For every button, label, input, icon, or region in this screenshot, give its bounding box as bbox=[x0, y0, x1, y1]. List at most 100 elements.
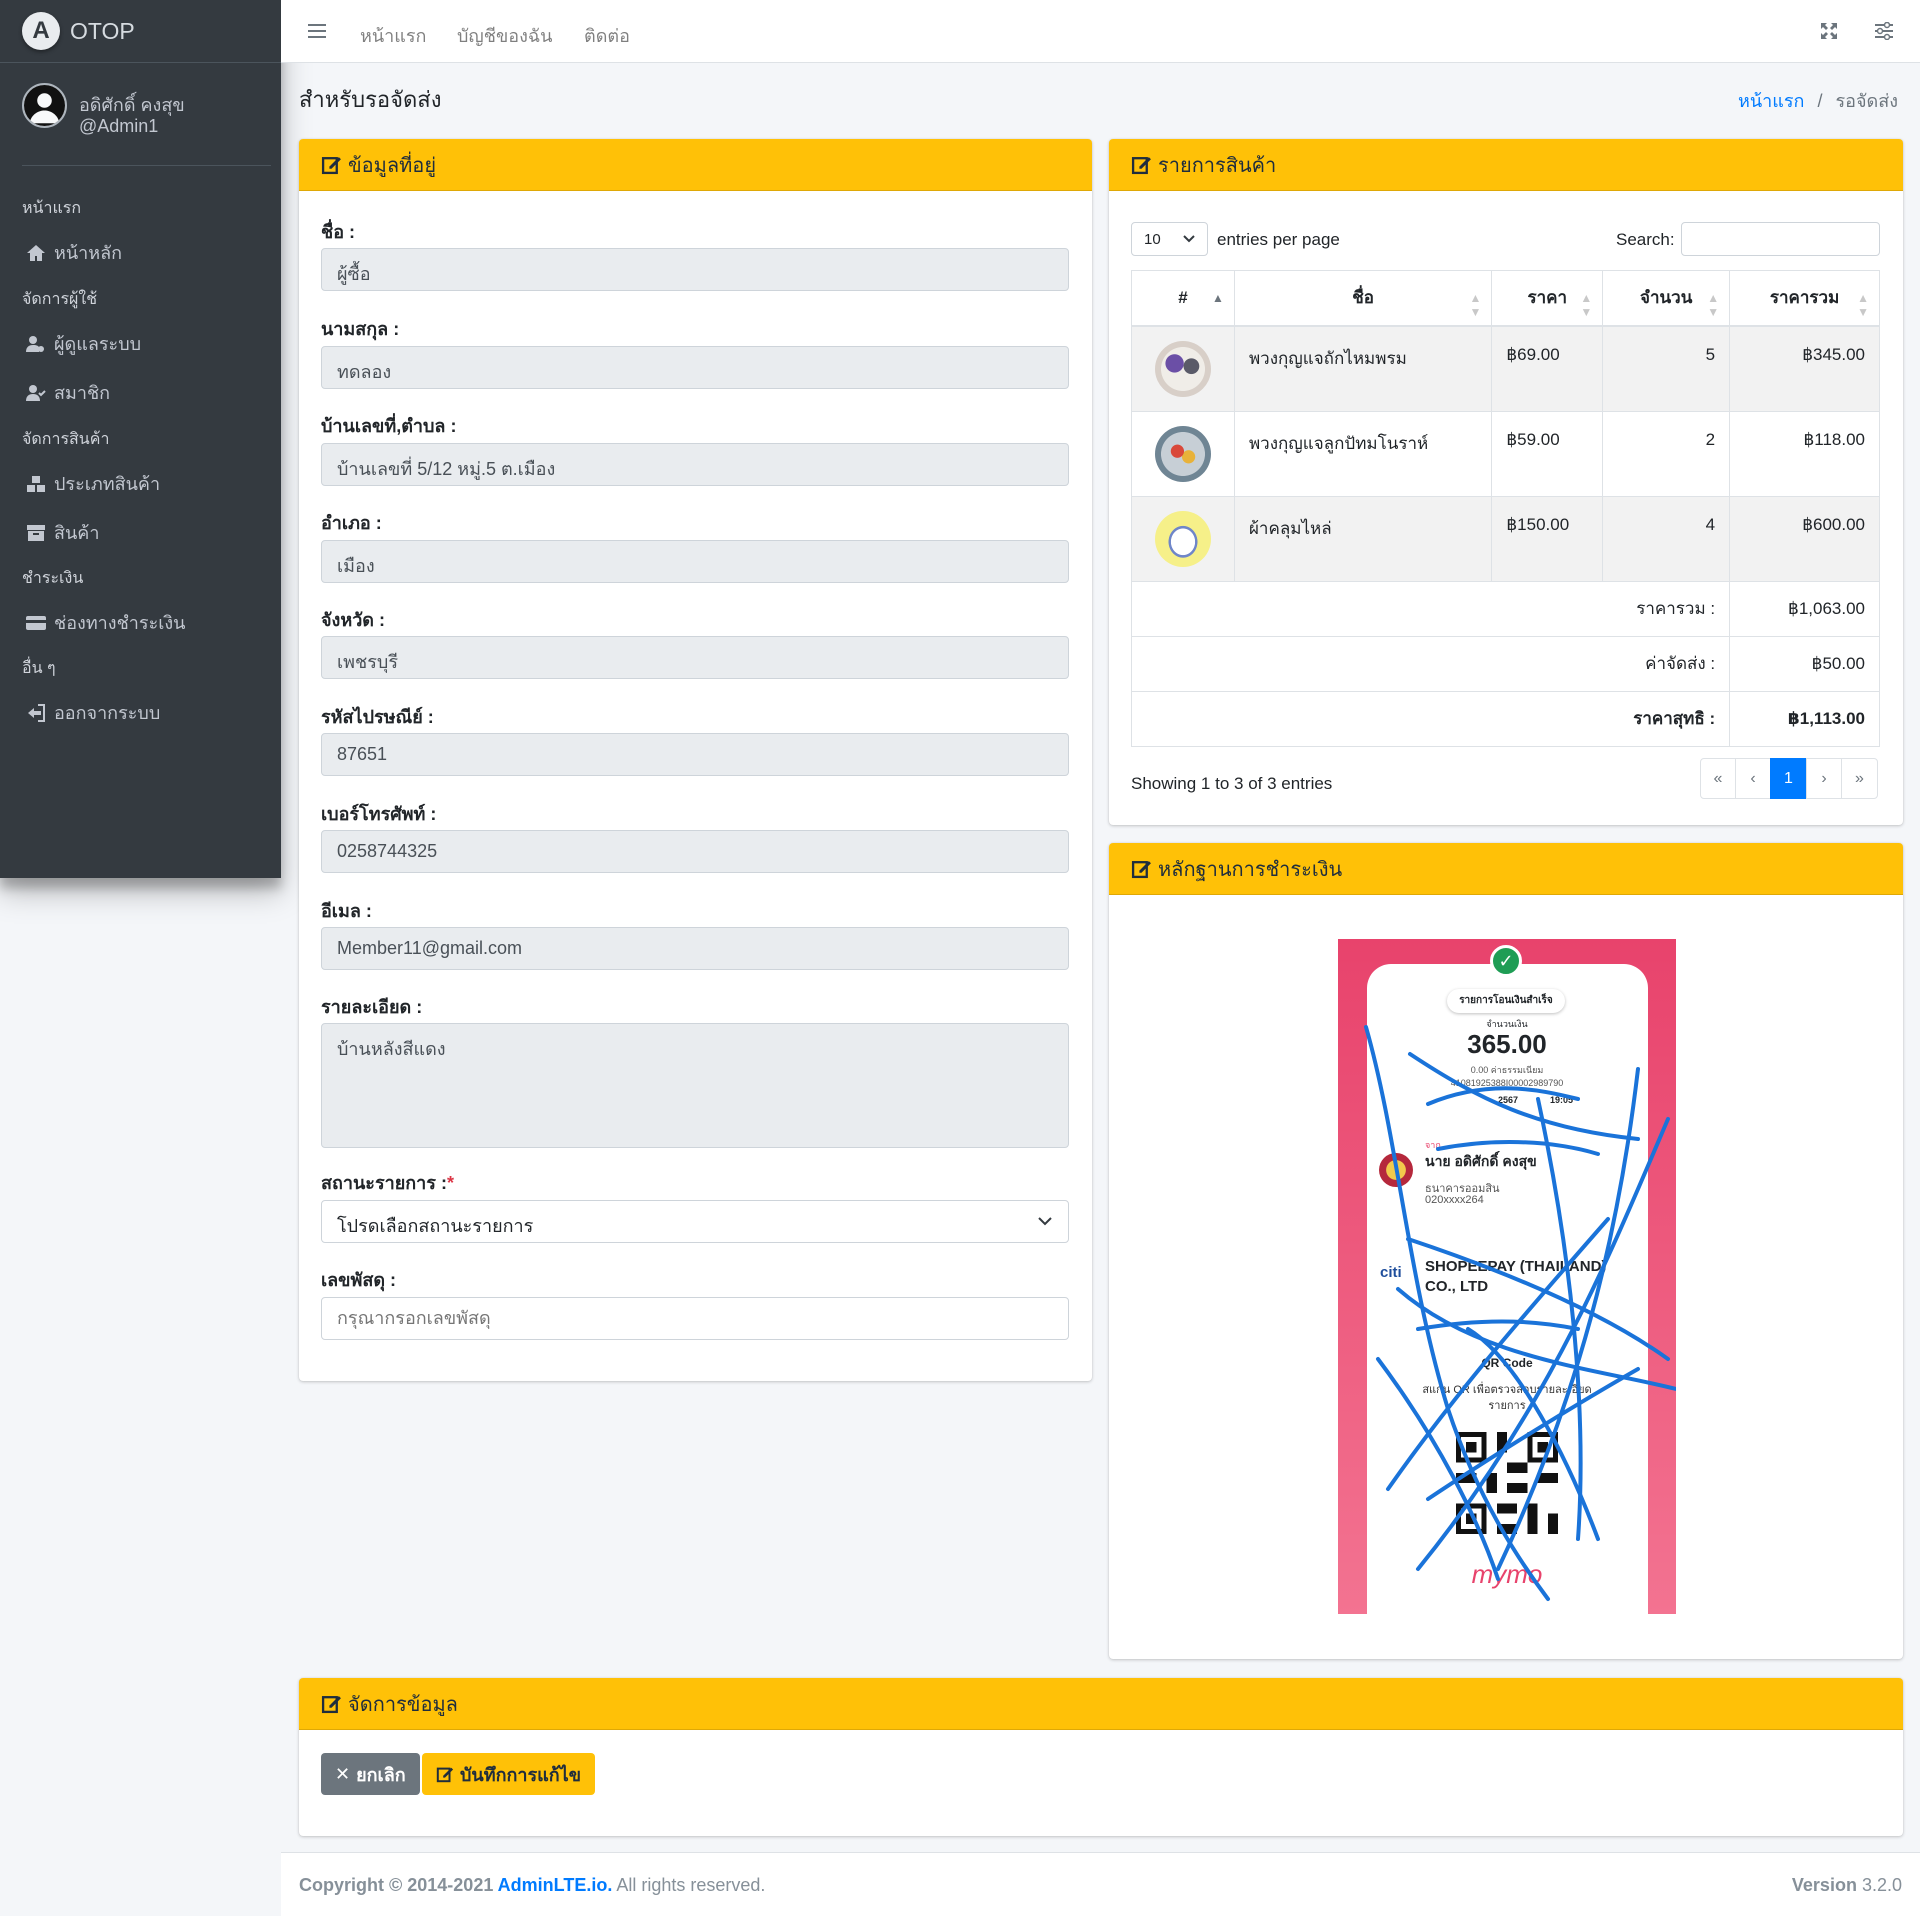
entries-per-page-label: entries per page bbox=[1217, 230, 1340, 249]
pagination-page-1[interactable]: 1 bbox=[1770, 758, 1807, 799]
sidebar-item-categories[interactable]: ประเภทสินค้า bbox=[26, 469, 160, 498]
save-button[interactable]: บันทึกการแก้ไข bbox=[422, 1753, 596, 1795]
subtotal-value: ฿1,063.00 bbox=[1729, 580, 1880, 637]
lastname-field: ทดลอง bbox=[321, 346, 1069, 389]
grand-total-value: ฿1,113.00 bbox=[1729, 690, 1880, 747]
fullscreen-icon[interactable] bbox=[1820, 22, 1838, 40]
sign-out-icon bbox=[28, 703, 45, 722]
subtotal-label: ราคารวม : bbox=[1130, 580, 1731, 637]
field-label-phone: เบอร์โทรศัพท์ : bbox=[321, 804, 437, 824]
payment-slip-image[interactable]: ✓ รายการโอนเงินสำเร็จ จำนวนเงิน 365.00 0… bbox=[1338, 939, 1676, 1614]
user-cog-icon bbox=[26, 335, 44, 352]
address-card-header: ข้อมูลที่อยู่ bbox=[299, 139, 1092, 191]
col-qty[interactable]: จำนวน ▲ ▼ bbox=[1602, 270, 1731, 327]
sidebar-item-members[interactable]: สมาชิก bbox=[26, 378, 110, 407]
phone-field: 0258744325 bbox=[321, 830, 1069, 873]
hamburger-menu-icon[interactable] bbox=[308, 22, 326, 40]
summary-row: ราคาสุทธิ : ฿1,113.00 bbox=[1130, 690, 1880, 747]
product-thumbnail[interactable] bbox=[1154, 425, 1211, 482]
sidebar-item-home[interactable]: หน้าหลัก bbox=[26, 238, 122, 267]
sidebar-item-label: ออกจากระบบ bbox=[54, 703, 161, 723]
cancel-button-label: ยกเลิก bbox=[356, 1764, 406, 1785]
pagination-first[interactable]: « bbox=[1700, 758, 1736, 799]
tracking-number-input[interactable] bbox=[321, 1297, 1069, 1340]
pagination-next[interactable]: › bbox=[1806, 758, 1842, 799]
sidebar-item-payment-channels[interactable]: ช่องทางชำระเงิน bbox=[26, 608, 185, 637]
address-card: ข้อมูลที่อยู่ ชื่อ : ผู้ซื้อ นามสกุล : ท… bbox=[299, 139, 1092, 1381]
page-length-select[interactable]: 10 bbox=[1131, 222, 1208, 256]
product-thumbnail[interactable] bbox=[1154, 340, 1211, 397]
sidebar: A OTOP อดิศักดิ์ คงสุข @Admin1 หน้าแรก ห… bbox=[0, 0, 281, 878]
product-thumbnail[interactable] bbox=[1154, 510, 1211, 567]
product-price: ฿69.00 bbox=[1491, 325, 1604, 412]
sort-icon: ▲ ▼ bbox=[1580, 291, 1593, 319]
brand-logo: A bbox=[22, 12, 60, 50]
brand-link[interactable]: A OTOP bbox=[0, 0, 281, 63]
sidebar-item-products[interactable]: สินค้า bbox=[26, 518, 99, 547]
sidebar-item-label: หน้าหลัก bbox=[54, 243, 123, 263]
summary-row: ค่าจัดส่ง : ฿50.00 bbox=[1130, 635, 1880, 692]
breadcrumb-home[interactable]: หน้าแรก bbox=[1738, 91, 1804, 111]
edit-icon bbox=[436, 1767, 454, 1783]
status-select[interactable]: โปรดเลือกสถานะรายการ bbox=[321, 1200, 1069, 1243]
products-card: รายการสินค้า 10 entries per page Search:… bbox=[1109, 139, 1903, 825]
firstname-field: ผู้ซื้อ bbox=[321, 248, 1069, 291]
nav-link-home[interactable]: หน้าแรก bbox=[360, 21, 426, 50]
avatar[interactable] bbox=[22, 83, 67, 128]
payment-card-title: หลักฐานการชำระเงิน bbox=[1158, 858, 1343, 881]
table-row: ผ้าคลุมไหล่ ฿150.00 4 ฿600.00 bbox=[1131, 495, 1880, 582]
address-field: บ้านเลขที่ 5/12 หมู่.5 ต.เมือง bbox=[321, 443, 1069, 486]
col-name[interactable]: ชื่อ ▲ ▼ bbox=[1233, 270, 1493, 327]
col-index[interactable]: # ▲ bbox=[1131, 270, 1235, 327]
copyright-text: Copyright © 2014-2021 AdminLTE.io. All r… bbox=[299, 1875, 765, 1896]
user-name[interactable]: อดิศักดิ์ คงสุข bbox=[79, 90, 185, 119]
pagination-last[interactable]: » bbox=[1841, 758, 1878, 799]
search-input[interactable] bbox=[1681, 222, 1880, 256]
version-number: 3.2.0 bbox=[1861, 1875, 1902, 1895]
page-title: สำหรับรอจัดส่ง bbox=[299, 87, 442, 112]
credit-card-icon bbox=[26, 615, 46, 630]
col-total[interactable]: ราคารวม ▲ ▼ bbox=[1729, 270, 1880, 327]
product-name: พวงกุญแจถักไหมพรม bbox=[1233, 325, 1493, 412]
field-label-tracking: เลขพัสดุ : bbox=[321, 1270, 397, 1290]
user-panel: อดิศักดิ์ คงสุข @Admin1 bbox=[22, 63, 271, 166]
col-price[interactable]: ราคา ▲ ▼ bbox=[1491, 270, 1604, 327]
table-info: Showing 1 to 3 of 3 entries bbox=[1131, 774, 1333, 793]
sort-icon: ▲ ▼ bbox=[1857, 291, 1869, 319]
product-total: ฿118.00 bbox=[1729, 410, 1880, 497]
product-qty: 4 bbox=[1602, 495, 1731, 582]
status-label-text: สถานะรายการ : bbox=[321, 1173, 447, 1193]
pagination-prev[interactable]: ‹ bbox=[1735, 758, 1771, 799]
sliders-icon[interactable] bbox=[1875, 22, 1893, 40]
province-field: เพชรบุรี bbox=[321, 636, 1069, 679]
nav-link-my-account[interactable]: บัญชีของฉัน bbox=[457, 21, 552, 50]
product-thumb-cell bbox=[1131, 325, 1235, 412]
address-card-title: ข้อมูลที่อยู่ bbox=[348, 154, 437, 177]
manage-card: จัดการข้อมูล ✕ ยกเลิก บันทึกการแก้ไข bbox=[299, 1678, 1903, 1836]
nav-link-contact[interactable]: ติดต่อ bbox=[584, 21, 630, 50]
page-length-value: 10 bbox=[1144, 231, 1161, 248]
save-button-label: บันทึกการแก้ไข bbox=[460, 1764, 582, 1785]
nav-header-users: จัดการผู้ใช้ bbox=[22, 291, 98, 308]
field-label-lastname: นามสกุล : bbox=[321, 319, 400, 339]
manage-card-header: จัดการข้อมูล bbox=[299, 1678, 1903, 1730]
field-label-firstname: ชื่อ : bbox=[321, 222, 356, 242]
sort-icon: ▲ ▼ bbox=[1707, 291, 1720, 319]
search-label: Search: bbox=[1616, 230, 1675, 249]
product-name: พวงกุญแจลูกปัทมโนราห์ bbox=[1233, 410, 1493, 497]
cancel-button[interactable]: ✕ ยกเลิก bbox=[321, 1753, 420, 1795]
user-check-icon bbox=[26, 384, 46, 401]
products-card-title: รายการสินค้า bbox=[1158, 154, 1277, 177]
field-label-status: สถานะรายการ :* bbox=[321, 1168, 454, 1197]
postcode-field: 87651 bbox=[321, 733, 1069, 776]
chevron-down-icon bbox=[1183, 235, 1195, 243]
district-field: เมือง bbox=[321, 540, 1069, 583]
sidebar-item-label: สมาชิก bbox=[54, 383, 111, 403]
summary-row: ราคารวม : ฿1,063.00 bbox=[1130, 580, 1880, 637]
sidebar-item-logout[interactable]: ออกจากระบบ bbox=[26, 698, 160, 727]
shipping-value: ฿50.00 bbox=[1729, 635, 1880, 692]
adminlte-link[interactable]: AdminLTE.io. bbox=[498, 1875, 613, 1895]
products-card-header: รายการสินค้า bbox=[1109, 139, 1903, 191]
chevron-down-icon bbox=[1038, 1217, 1052, 1226]
sidebar-item-admins[interactable]: ผู้ดูแลระบบ bbox=[26, 329, 141, 358]
